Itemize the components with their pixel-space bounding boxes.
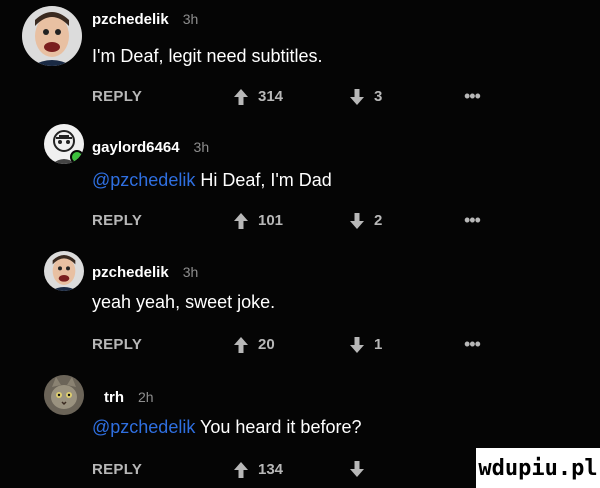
comment-actions: REPLY 20 1 •••	[92, 334, 512, 360]
downvote-button[interactable]: 1	[350, 336, 382, 353]
comment-body: yeah yeah, sweet joke.	[92, 292, 276, 312]
user-avatar-sketch-icon	[44, 124, 84, 164]
comment-body: Hi Deaf, I'm Dad	[200, 170, 332, 190]
upvote-button[interactable]: 134	[234, 461, 283, 478]
downvote-count: 2	[374, 212, 383, 229]
timestamp: 3h	[182, 11, 199, 27]
arrow-down-icon	[350, 212, 364, 229]
comment-text: @pzchedelik You heard it before?	[92, 417, 361, 438]
mention-link[interactable]: @pzchedelik	[92, 417, 195, 437]
more-options-button[interactable]: •••	[464, 86, 481, 107]
upvote-button[interactable]: 314	[234, 88, 283, 105]
upvote-count: 20	[258, 336, 275, 353]
timestamp: 3h	[193, 139, 210, 155]
comment-actions: REPLY 134	[92, 461, 512, 485]
reply-button[interactable]: REPLY	[92, 88, 142, 105]
arrow-down-icon	[350, 461, 364, 477]
comment-meta: pzchedelik 3h	[92, 264, 198, 281]
username[interactable]: trh	[104, 389, 124, 406]
reply-button[interactable]: REPLY	[92, 336, 142, 353]
avatar[interactable]	[44, 251, 84, 291]
more-options-button[interactable]: •••	[464, 210, 481, 231]
arrow-up-icon	[234, 336, 248, 353]
more-options-button[interactable]: •••	[464, 334, 481, 355]
username[interactable]: gaylord6464	[92, 139, 180, 156]
arrow-up-icon	[234, 88, 248, 105]
user-avatar-face-icon	[44, 251, 84, 291]
username[interactable]: pzchedelik	[92, 264, 169, 281]
mention-link[interactable]: @pzchedelik	[92, 170, 195, 190]
comment-actions: REPLY 314 3 •••	[92, 86, 512, 112]
reply-button[interactable]: REPLY	[92, 212, 142, 229]
upvote-count: 314	[258, 88, 284, 105]
timestamp: 2h	[138, 389, 154, 405]
user-avatar-face-icon	[22, 6, 82, 66]
arrow-down-icon	[350, 336, 364, 353]
avatar[interactable]	[44, 375, 84, 415]
user-avatar-cat-icon	[44, 375, 84, 415]
arrow-down-icon	[350, 88, 364, 105]
comment-actions: REPLY 101 2 •••	[92, 210, 512, 236]
downvote-count: 1	[374, 336, 383, 353]
comment-meta: gaylord6464 3h	[92, 139, 209, 156]
reply-button[interactable]: REPLY	[92, 461, 142, 478]
comment-body: You heard it before?	[200, 417, 362, 437]
watermark-logo: wdupiu.pl	[476, 448, 600, 488]
arrow-up-icon	[234, 461, 248, 478]
comment-meta: pzchedelik 3h	[92, 11, 198, 28]
comment-text: I'm Deaf, legit need subtitles.	[92, 46, 323, 67]
timestamp: 3h	[182, 264, 199, 280]
avatar[interactable]	[44, 124, 84, 164]
comment-meta: trh 2h	[104, 389, 154, 406]
upvote-button[interactable]: 20	[234, 336, 275, 353]
arrow-up-icon	[234, 212, 248, 229]
comment-text: @pzchedelik Hi Deaf, I'm Dad	[92, 170, 332, 191]
avatar[interactable]	[22, 6, 82, 66]
downvote-button[interactable]	[350, 461, 374, 477]
upvote-count: 134	[258, 461, 284, 478]
downvote-count: 3	[374, 88, 383, 105]
comment-body: I'm Deaf, legit need subtitles.	[92, 46, 323, 66]
downvote-button[interactable]: 2	[350, 212, 382, 229]
upvote-button[interactable]: 101	[234, 212, 283, 229]
downvote-button[interactable]: 3	[350, 88, 382, 105]
username[interactable]: pzchedelik	[92, 11, 169, 28]
comment-text: yeah yeah, sweet joke.	[92, 292, 275, 313]
upvote-count: 101	[258, 212, 284, 229]
